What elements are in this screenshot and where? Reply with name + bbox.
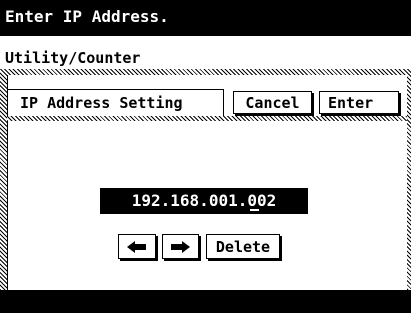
bottom-bar <box>0 290 411 313</box>
text-cursor <box>250 209 259 211</box>
tab-divider <box>7 116 407 121</box>
message-text: Enter IP Address. <box>5 7 169 26</box>
cancel-button[interactable]: Cancel <box>233 91 312 114</box>
move-left-button[interactable] <box>118 234 156 259</box>
enter-button[interactable]: Enter <box>319 91 399 114</box>
move-right-button[interactable] <box>162 234 199 259</box>
breadcrumb-text: Utility/Counter <box>5 49 141 67</box>
left-arrow-icon <box>127 241 146 253</box>
ip-address-value: 192.168.001.002 <box>131 191 277 210</box>
right-arrow-icon <box>171 241 190 253</box>
delete-button[interactable]: Delete <box>206 234 280 259</box>
screen-title: IP Address Setting <box>20 94 183 112</box>
